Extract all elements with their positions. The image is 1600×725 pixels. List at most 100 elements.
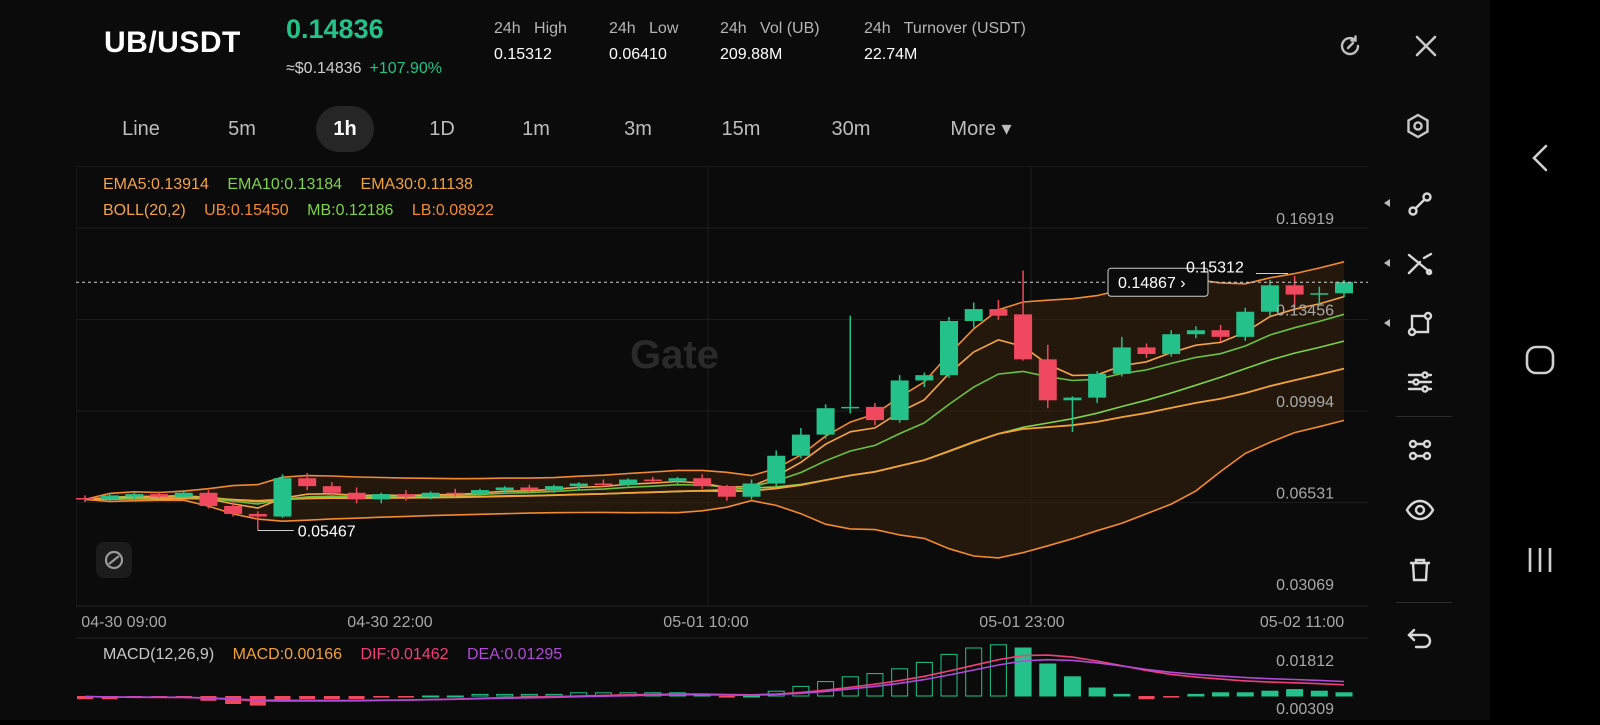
expand-arrow-icon[interactable] [1384, 259, 1390, 267]
chart-mode-button[interactable] [96, 542, 132, 578]
macd-bar [422, 695, 440, 698]
candle-body [347, 492, 366, 500]
candle-body [125, 494, 144, 497]
back-icon[interactable] [1520, 138, 1560, 178]
boll-label: BOLL(20,2) [103, 202, 186, 219]
candle-body [841, 406, 860, 409]
expand-arrow-icon[interactable] [1384, 319, 1390, 327]
time-tick-label: 05-01 23:00 [979, 614, 1065, 631]
refresh-icon[interactable] [1336, 32, 1364, 60]
tab-1m[interactable]: 1m [508, 106, 564, 152]
tab-1d[interactable]: 1D [414, 106, 470, 152]
candle-body [989, 309, 1008, 316]
macd-bar [446, 695, 464, 698]
stat-value: 0.06410 [609, 46, 667, 63]
candle-body [545, 486, 564, 491]
ema5-label: EMA5:0.13914 [103, 176, 209, 193]
price-tick-label: 0.09994 [1276, 394, 1334, 411]
time-tick-label: 04-30 09:00 [81, 614, 167, 631]
macd-bar [1039, 663, 1057, 697]
tab-1h[interactable]: 1h [316, 106, 374, 152]
candle-body [1236, 311, 1255, 337]
tab-5m[interactable]: 5m [214, 106, 270, 152]
macd-bar [1286, 689, 1304, 697]
candle-body [619, 479, 638, 485]
macd-bar [1261, 690, 1279, 697]
tab-line[interactable]: Line [108, 106, 174, 152]
macd-tick-label: 0.01812 [1276, 653, 1334, 670]
candle-body [1335, 282, 1353, 294]
stat-value: 0.15312 [494, 46, 552, 63]
dif-value: DIF:0.01462 [360, 646, 449, 663]
toolbar-divider [1396, 602, 1452, 603]
tab-3m[interactable]: 3m [610, 106, 666, 152]
candle-body [742, 483, 761, 497]
boll-lb-label: LB:0.08922 [411, 202, 494, 219]
stat-turnover: 24h Turnover (USDT) 22.74M [864, 20, 1026, 64]
current-price-label: 0.14867 › [1118, 275, 1186, 292]
stat-value: 22.74M [864, 46, 918, 63]
cross-line-icon[interactable] [1404, 248, 1436, 280]
undo-icon[interactable] [1404, 622, 1436, 654]
node-line-icon[interactable] [1404, 188, 1436, 220]
chart-area[interactable]: Gate 0.16919 0.13456 0.09994 0.06531 0.03069… [75, 165, 1368, 720]
pair-title[interactable]: UB/USDT [104, 26, 241, 60]
macd-bar [1088, 687, 1106, 697]
macd-title: MACD(12,26,9) [103, 646, 215, 663]
stat-volume: 24h Vol (UB) 209.88M [720, 20, 820, 64]
watermark: Gate [630, 333, 719, 377]
home-icon[interactable] [1520, 340, 1560, 380]
candle-body [643, 479, 662, 482]
price-tick-label: 0.16919 [1276, 211, 1334, 228]
time-tick-label: 05-02 11:00 [1260, 614, 1344, 631]
tab-more[interactable]: More ▾ [938, 106, 1024, 152]
macd-bar [1212, 692, 1230, 697]
close-icon[interactable] [1412, 32, 1440, 60]
candle-body [767, 455, 786, 484]
time-tick-label: 04-30 22:00 [347, 614, 433, 631]
eye-icon[interactable] [1404, 494, 1436, 526]
price-tick-label: 0.13456 [1276, 303, 1334, 320]
candle-body [1211, 330, 1230, 337]
candle-body [1186, 330, 1205, 335]
stat-high: 24h High 0.15312 [494, 20, 567, 64]
macd-bar [373, 696, 390, 698]
system-nav-bar [1490, 0, 1600, 720]
macd-bar [1236, 692, 1254, 697]
price-sub: ≈$0.14836 +107.90% [286, 60, 442, 78]
macd-bar [1335, 692, 1353, 697]
candle-body [1038, 359, 1057, 401]
candle-body [791, 434, 810, 456]
candlestick-chart[interactable]: Gate 0.16919 0.13456 0.09994 0.06531 0.03069… [75, 165, 1368, 720]
time-tick-label: 05-01 10:00 [663, 614, 749, 631]
candle-body [915, 375, 934, 381]
tab-15m[interactable]: 15m [710, 106, 772, 152]
sliders-icon[interactable] [1404, 366, 1436, 398]
settings-icon[interactable] [1404, 112, 1432, 140]
macd-bar [397, 696, 414, 698]
candle-body [1088, 373, 1107, 398]
stat-low: 24h Low 0.06410 [609, 20, 678, 64]
macd-bar [1138, 696, 1155, 700]
trash-icon[interactable] [1404, 554, 1436, 586]
tab-30m[interactable]: 30m [820, 106, 882, 152]
candle-body [569, 483, 588, 487]
candle-body [1162, 334, 1181, 355]
high-price-label: 0.15312 [1186, 259, 1244, 276]
chart-mode-icon [104, 550, 124, 570]
candle-body [964, 309, 983, 321]
recents-icon[interactable] [1520, 540, 1560, 580]
price-tick-label: 0.06531 [1276, 486, 1334, 503]
dea-value: DEA:0.01295 [466, 646, 563, 663]
drawing-toolbar [1376, 166, 1470, 720]
macd-bar [1310, 690, 1328, 697]
rect-shape-icon[interactable] [1404, 308, 1436, 340]
candle-body [421, 492, 440, 497]
expand-arrow-icon[interactable] [1384, 199, 1390, 207]
chain-icon[interactable] [1404, 434, 1436, 466]
candle-body [1112, 347, 1131, 374]
candle-body [1014, 314, 1033, 360]
macd-bar [1163, 696, 1180, 698]
candle-body [668, 478, 687, 481]
candle-body [150, 494, 169, 497]
